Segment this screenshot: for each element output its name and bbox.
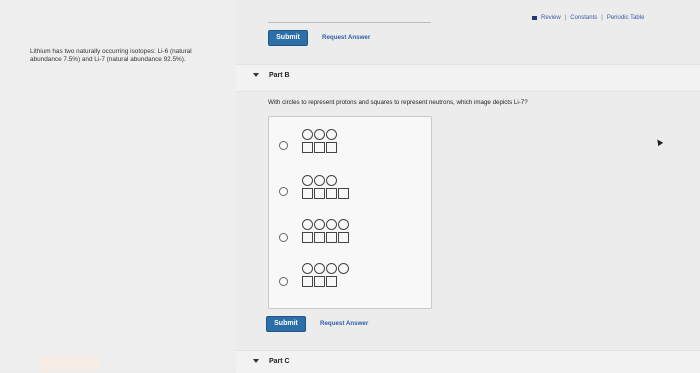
chevron-down-icon (253, 73, 259, 77)
option-3[interactable] (279, 219, 419, 259)
part-a-submit-button[interactable]: Submit (268, 30, 308, 46)
neutron-square (314, 276, 325, 287)
neutron-square (302, 142, 313, 153)
periodic-table-link[interactable]: Periodic Table (607, 15, 645, 21)
review-icon (532, 16, 537, 20)
neutron-square (326, 232, 337, 243)
proton-circle (326, 129, 337, 140)
header-links: Review | Constants | Periodic Table (532, 15, 644, 21)
proton-circle (326, 175, 337, 186)
neutron-square (326, 188, 337, 199)
proton-circle (302, 129, 313, 140)
part-b-question: With circles to represent protons and sq… (268, 99, 528, 106)
nucleus-diagram-1 (302, 129, 337, 155)
option-2[interactable] (279, 175, 419, 215)
part-b-request-answer-link[interactable]: Request Answer (320, 320, 368, 327)
neutron-square (302, 276, 313, 287)
proton-circle (326, 219, 337, 230)
neutron-square (314, 232, 325, 243)
review-link[interactable]: Review (541, 15, 561, 21)
radio-option-4[interactable] (279, 277, 288, 286)
part-c-header[interactable]: Part C (236, 350, 700, 373)
neutron-square (338, 232, 349, 243)
nucleus-diagram-3 (302, 219, 349, 245)
mouse-cursor-icon (654, 137, 664, 147)
answer-field-line (268, 22, 431, 23)
proton-circle (314, 175, 325, 186)
neutron-square (338, 188, 349, 199)
answer-options (268, 116, 432, 309)
proton-circle (338, 219, 349, 230)
part-b-title: Part B (269, 72, 290, 79)
proton-circle (302, 175, 313, 186)
separator: | (564, 15, 567, 21)
proton-circle (326, 263, 337, 274)
chevron-down-icon (253, 359, 259, 363)
radio-option-1[interactable] (279, 141, 288, 150)
radio-option-3[interactable] (279, 233, 288, 242)
radio-option-2[interactable] (279, 187, 288, 196)
proton-circle (302, 263, 313, 274)
screen-glare (40, 356, 100, 371)
proton-circle (314, 219, 325, 230)
nucleus-diagram-4 (302, 263, 349, 289)
constants-link[interactable]: Constants (570, 15, 597, 21)
problem-intro-panel: Lithium has two naturally occurring isot… (0, 0, 236, 371)
option-4[interactable] (279, 263, 419, 303)
proton-circle (314, 263, 325, 274)
proton-circle (314, 129, 325, 140)
neutron-square (314, 142, 325, 153)
proton-circle (338, 263, 349, 274)
part-c-title: Part C (269, 358, 290, 365)
part-b-submit-button[interactable]: Submit (266, 316, 306, 332)
neutron-square (302, 188, 313, 199)
neutron-square (326, 142, 337, 153)
option-1[interactable] (279, 129, 419, 169)
nucleus-diagram-2 (302, 175, 349, 201)
part-b-header[interactable]: Part B (236, 64, 700, 92)
proton-circle (302, 219, 313, 230)
neutron-square (326, 276, 337, 287)
intro-text: Lithium has two naturally occurring isot… (30, 48, 192, 63)
part-a-request-answer-link[interactable]: Request Answer (322, 34, 370, 41)
neutron-square (314, 188, 325, 199)
neutron-square (302, 232, 313, 243)
separator: | (601, 15, 603, 21)
